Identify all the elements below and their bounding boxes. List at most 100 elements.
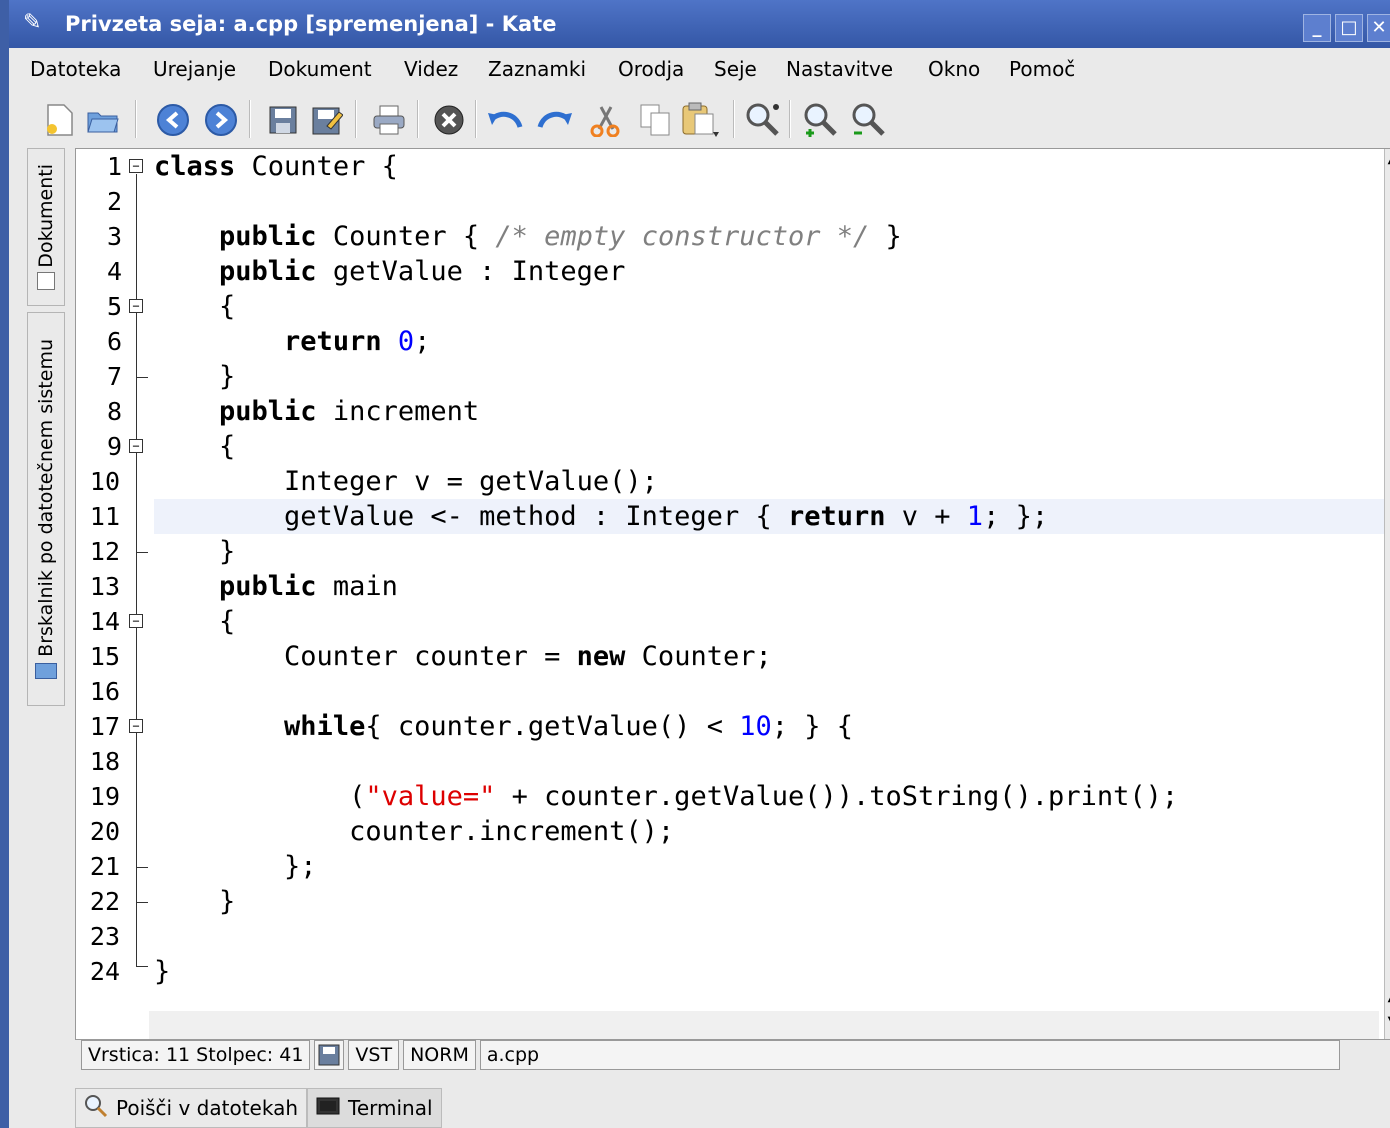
line-number: 5 xyxy=(106,292,122,321)
open-file-icon[interactable] xyxy=(83,100,123,140)
save-as-icon[interactable] xyxy=(307,100,347,140)
sidebar-tab-filesystem-browser[interactable]: Brskalnik po datotečnem sistemu xyxy=(27,312,65,706)
line-number: 8 xyxy=(106,397,122,426)
line-number: 2 xyxy=(106,187,122,216)
insert-mode-indicator[interactable]: VST xyxy=(348,1040,400,1070)
line-number: 12 xyxy=(89,537,120,566)
line-number: 9 xyxy=(106,432,122,461)
line-number: 24 xyxy=(89,957,120,986)
tab-terminal-label: Terminal xyxy=(348,1096,433,1120)
sidebar-tab-documents[interactable]: Dokumenti xyxy=(27,148,65,306)
status-filename: a.cpp xyxy=(479,1040,1340,1070)
current-code-line: getValue <- method : Integer { return v … xyxy=(154,499,1384,534)
code-line: Counter counter = new Counter; xyxy=(154,641,772,672)
line-number: 14 xyxy=(89,607,120,636)
code-line: return 0; xyxy=(284,326,431,357)
menu-datoteka[interactable]: Datoteka xyxy=(30,57,121,81)
code-line: { xyxy=(154,606,236,637)
line-number: 19 xyxy=(89,782,120,811)
sidebar-tabs: Dokumenti Brskalnik po datotečnem sistem… xyxy=(27,148,67,708)
code-line: counter.increment(); xyxy=(154,816,675,847)
code-line: } xyxy=(154,361,236,392)
selection-mode-indicator[interactable]: NORM xyxy=(403,1040,476,1070)
redo-icon[interactable] xyxy=(535,100,575,140)
code-line: { xyxy=(154,431,236,462)
kate-app-icon: ✎ xyxy=(23,10,42,35)
menu-orodja[interactable]: Orodja xyxy=(618,57,684,81)
menu-nastavitve[interactable]: Nastavitve xyxy=(786,57,893,81)
line-number: 4 xyxy=(106,257,122,286)
undo-icon[interactable] xyxy=(485,100,525,140)
code-line: } xyxy=(154,886,236,917)
zoom-in-icon[interactable] xyxy=(801,100,841,140)
close-document-icon[interactable] xyxy=(429,100,469,140)
zoom-out-icon[interactable] xyxy=(849,100,889,140)
code-line: Integer v = getValue(); xyxy=(154,466,658,497)
fold-toggle-icon[interactable]: − xyxy=(129,614,143,628)
scroll-up-icon[interactable]: ▲ xyxy=(1385,151,1390,171)
menu-dokument[interactable]: Dokument xyxy=(268,57,372,81)
fold-toggle-icon[interactable]: − xyxy=(129,299,143,313)
print-icon[interactable] xyxy=(369,100,409,140)
close-window-button[interactable]: ✕ xyxy=(1367,14,1390,42)
menu-urejanje[interactable]: Urejanje xyxy=(153,57,236,81)
forward-icon[interactable] xyxy=(201,100,241,140)
code-line: } xyxy=(154,956,171,987)
line-number: 23 xyxy=(89,922,120,951)
code-line: }; xyxy=(154,851,317,882)
terminal-icon xyxy=(316,1096,340,1121)
window-title: Privzeta seja: a.cpp [spremenjena] - Kat… xyxy=(65,12,557,36)
kate-window: ✎ Privzeta seja: a.cpp [spremenjena] - K… xyxy=(0,0,1390,1128)
title-bar[interactable]: ✎ Privzeta seja: a.cpp [spremenjena] - K… xyxy=(9,0,1390,48)
folder-icon xyxy=(35,662,57,679)
line-number: 11 xyxy=(89,502,120,531)
line-number: 6 xyxy=(106,327,122,356)
code-line: public Counter { /* empty constructor */… xyxy=(219,221,902,252)
tab-find-in-files[interactable]: Poišči v datotekah xyxy=(75,1088,308,1128)
save-icon[interactable] xyxy=(263,100,303,140)
code-line: } xyxy=(154,536,236,567)
paste-icon[interactable] xyxy=(681,100,721,140)
line-number: 22 xyxy=(89,887,120,916)
vertical-scrollbar[interactable]: ▲ ▲ ▼ xyxy=(1384,149,1390,1039)
menu-videz[interactable]: Videz xyxy=(404,57,458,81)
code-line: public main xyxy=(219,571,398,602)
line-number: 17 xyxy=(89,712,120,741)
fold-toggle-icon[interactable]: − xyxy=(129,719,143,733)
code-line: { xyxy=(154,291,236,322)
menu-seje[interactable]: Seje xyxy=(714,57,757,81)
scroll-up-icon[interactable]: ▲ xyxy=(1385,989,1390,1009)
code-editor[interactable]: 1 2 3 4 5 6 7 8 9 10 11 12 13 14 15 16 1… xyxy=(75,148,1390,1040)
menu-okno[interactable]: Okno xyxy=(928,57,980,81)
search-icon xyxy=(84,1094,108,1123)
fold-toggle-icon[interactable]: − xyxy=(129,159,143,173)
cursor-position: Vrstica: 11 Stolpec: 41 xyxy=(81,1040,311,1070)
line-number-gutter: 1 2 3 4 5 6 7 8 9 10 11 12 13 14 15 16 1… xyxy=(76,149,1379,1039)
copy-icon[interactable] xyxy=(635,100,675,140)
find-icon[interactable] xyxy=(743,100,783,140)
tab-terminal[interactable]: Terminal xyxy=(307,1088,442,1128)
cut-icon[interactable] xyxy=(585,100,625,140)
line-number: 13 xyxy=(89,572,120,601)
new-file-icon[interactable] xyxy=(39,100,79,140)
line-number: 15 xyxy=(89,642,120,671)
scroll-down-icon[interactable]: ▼ xyxy=(1385,1011,1390,1031)
maximize-button[interactable]: □ xyxy=(1335,14,1363,42)
menu-zaznamki[interactable]: Zaznamki xyxy=(488,57,586,81)
sidebar-tab-documents-label: Dokumenti xyxy=(35,164,57,268)
line-number: 10 xyxy=(89,467,120,496)
back-icon[interactable] xyxy=(153,100,193,140)
bottom-tool-tabs: Poišči v datotekah Terminal xyxy=(75,1088,442,1128)
fold-toggle-icon[interactable]: − xyxy=(129,439,143,453)
menu-pomoc[interactable]: Pomoč xyxy=(1009,57,1075,81)
line-number: 18 xyxy=(89,747,120,776)
line-number: 20 xyxy=(89,817,120,846)
minimize-button[interactable]: _ xyxy=(1303,14,1331,42)
line-number: 1 xyxy=(106,152,122,181)
code-line: while{ counter.getValue() < 10; } { xyxy=(284,711,853,742)
sidebar-tab-filesystem-label: Brskalnik po datotečnem sistemu xyxy=(35,339,57,657)
line-number: 21 xyxy=(89,852,120,881)
modified-save-icon[interactable] xyxy=(314,1040,345,1070)
documents-icon xyxy=(37,271,55,290)
line-number: 16 xyxy=(89,677,120,706)
